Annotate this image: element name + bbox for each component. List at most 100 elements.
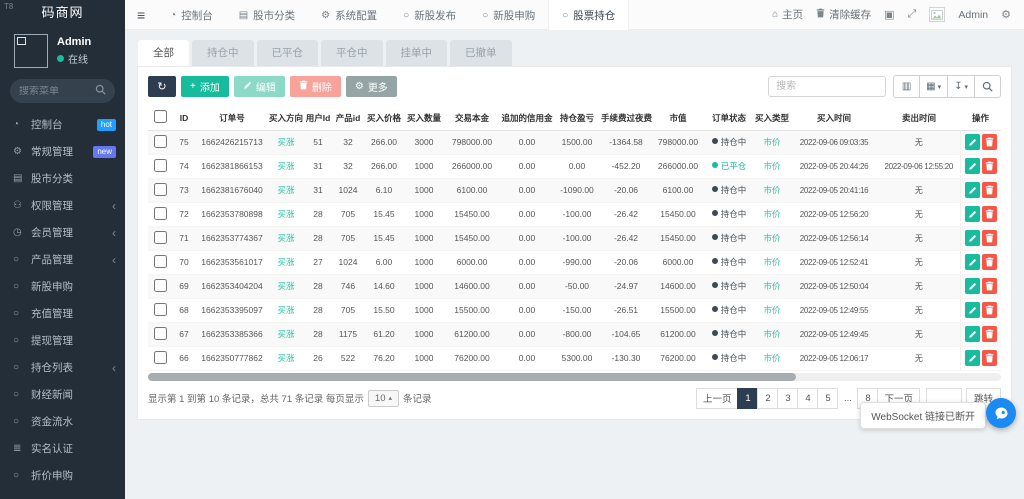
clear-cache-link[interactable]: 清除缓存 [816, 7, 871, 22]
sidebar-item-products[interactable]: ○产品管理‹ [0, 246, 125, 273]
cell-direction: 买涨 [268, 274, 304, 298]
sidebar-search-input[interactable] [19, 86, 95, 97]
table-row[interactable]: 661662350777862买涨2652276.20100076200.000… [148, 346, 1001, 370]
row-checkbox[interactable] [154, 231, 167, 244]
tab-pending[interactable]: 挂单中 [386, 40, 448, 66]
row-checkbox[interactable] [154, 183, 167, 196]
row-edit-button[interactable] [965, 134, 980, 150]
settings-gear-icon[interactable]: ⚙ [1001, 8, 1011, 21]
sidebar-item-positions[interactable]: ○持仓列表‹ [0, 354, 125, 381]
sidebar-item-discount-subscribe[interactable]: ○折价申购 [0, 462, 125, 489]
row-checkbox[interactable] [154, 255, 167, 268]
row-edit-button[interactable] [965, 278, 980, 294]
row-edit-button[interactable] [965, 206, 980, 222]
table-row[interactable]: 711662353774367买涨2870515.45100015450.000… [148, 226, 1001, 250]
table-row[interactable]: 671662353385366买涨28117561.20100061200.00… [148, 322, 1001, 346]
topnav-username[interactable]: Admin [958, 9, 988, 21]
row-delete-button[interactable] [982, 278, 997, 294]
fullscreen-icon[interactable]: ⤢ [908, 8, 917, 21]
topnav-item-ipo-publish[interactable]: ○新股发布 [390, 0, 469, 30]
grid-view-button[interactable]: ▦▾ [919, 75, 948, 98]
add-button[interactable]: + 添加 [181, 76, 229, 97]
row-delete-button[interactable] [982, 230, 997, 246]
row-delete-button[interactable] [982, 182, 997, 198]
page-button-4[interactable]: 4 [797, 388, 818, 409]
select-all-checkbox[interactable] [154, 110, 167, 123]
table-row[interactable]: 731662381676040买涨3110246.1010006100.000.… [148, 178, 1001, 202]
row-checkbox[interactable] [154, 207, 167, 220]
row-checkbox[interactable] [154, 135, 167, 148]
tab-all[interactable]: 全部 [138, 40, 189, 66]
row-checkbox[interactable] [154, 327, 167, 340]
cell-qty: 1000 [404, 346, 444, 370]
delete-button[interactable]: 删除 [290, 76, 341, 97]
sidebar-item-general[interactable]: ⚙常规管理new [0, 138, 125, 165]
topnav-item-system-config[interactable]: ⚙系统配置 [308, 0, 390, 30]
row-checkbox[interactable] [154, 279, 167, 292]
chat-fab[interactable] [986, 398, 1016, 428]
row-checkbox[interactable] [154, 351, 167, 364]
row-delete-button[interactable] [982, 302, 997, 318]
sidebar-item-finance-news[interactable]: ○财经新闻 [0, 381, 125, 408]
row-edit-button[interactable] [965, 302, 980, 318]
search-toggle-button[interactable] [974, 75, 1001, 98]
topnav-item-market-category[interactable]: ▤股市分类 [226, 0, 308, 30]
columns-toggle-button[interactable]: ▥ [893, 75, 920, 98]
export-button[interactable]: ↧▾ [947, 75, 975, 98]
tab-holding[interactable]: 持仓中 [192, 40, 254, 66]
table-row[interactable]: 721662353780898买涨2870515.45100015450.000… [148, 202, 1001, 226]
refresh-button[interactable]: ↻ [148, 76, 176, 97]
sidebar-item-fund-flow[interactable]: ○资金流水 [0, 408, 125, 435]
tab-cancelled[interactable]: 已撤单 [450, 40, 512, 66]
topnav-item-console[interactable]: ◔控制台 [157, 0, 226, 30]
table-search-input[interactable] [768, 76, 886, 97]
cell-status: 持仓中 [704, 298, 754, 322]
sidebar-item-recharge[interactable]: ○充值管理 [0, 300, 125, 327]
sidebar-item-real-name[interactable]: ≣实名认证 [0, 435, 125, 462]
tab-closing[interactable]: 平仓中 [321, 40, 383, 66]
menu-toggle-icon[interactable]: ≡ [125, 7, 157, 23]
page-button-2[interactable]: 2 [757, 388, 778, 409]
row-edit-button[interactable] [965, 230, 980, 246]
row-edit-button[interactable] [965, 254, 980, 270]
row-edit-button[interactable] [965, 326, 980, 342]
sidebar-item-withdraw[interactable]: ○提现管理 [0, 327, 125, 354]
topnav-item-ipo-subscribe[interactable]: ○新股申购 [469, 0, 548, 30]
table-row[interactable]: 691662353404204买涨2874614.60100014600.000… [148, 274, 1001, 298]
horizontal-scrollbar-thumb[interactable] [148, 373, 796, 381]
tab-closed[interactable]: 已平仓 [257, 40, 319, 66]
sidebar-item-permissions[interactable]: ⚇权限管理‹ [0, 192, 125, 219]
table-row[interactable]: 751662426215713买涨5132266.003000798000.00… [148, 130, 1001, 154]
row-delete-button[interactable] [982, 134, 997, 150]
chevron-left-icon: ‹ [112, 226, 116, 240]
row-edit-button[interactable] [965, 350, 980, 366]
table-row[interactable]: 681662353395097买涨2870515.50100015500.000… [148, 298, 1001, 322]
row-delete-button[interactable] [982, 158, 997, 174]
page-button-1[interactable]: 1 [737, 388, 758, 409]
more-button[interactable]: ⚙ 更多 [346, 76, 397, 97]
sidebar-item-members[interactable]: ◷会员管理‹ [0, 219, 125, 246]
page-size-select[interactable]: 10 ▴ [368, 390, 399, 407]
row-edit-button[interactable] [965, 182, 980, 198]
sidebar-item-market-category[interactable]: ▤股市分类 [0, 165, 125, 192]
table-row[interactable]: 701662353561017买涨2710246.0010006000.000.… [148, 250, 1001, 274]
home-link[interactable]: ⌂ 主页 [772, 7, 803, 22]
edit-button[interactable]: 编辑 [234, 76, 285, 97]
cell-buy_type: 市价 [754, 154, 790, 178]
row-delete-button[interactable] [982, 254, 997, 270]
page-button-3[interactable]: 3 [777, 388, 798, 409]
page-button-5[interactable]: 5 [817, 388, 838, 409]
user-avatar[interactable] [929, 7, 945, 22]
sidebar-item-console[interactable]: ◔控制台hot [0, 111, 125, 138]
sidebar-item-ipo-subscribe[interactable]: ○新股申购 [0, 273, 125, 300]
row-delete-button[interactable] [982, 350, 997, 366]
row-checkbox[interactable] [154, 159, 167, 172]
row-checkbox[interactable] [154, 303, 167, 316]
topnav-item-stock-positions[interactable]: ○股票持仓 [548, 0, 629, 30]
row-edit-button[interactable] [965, 158, 980, 174]
row-delete-button[interactable] [982, 206, 997, 222]
table-row[interactable]: 741662381866153买涨3132266.001000266000.00… [148, 154, 1001, 178]
clipboard-icon[interactable]: ▣ [884, 8, 894, 21]
page-prev-button[interactable]: 上一页 [696, 388, 739, 409]
row-delete-button[interactable] [982, 326, 997, 342]
